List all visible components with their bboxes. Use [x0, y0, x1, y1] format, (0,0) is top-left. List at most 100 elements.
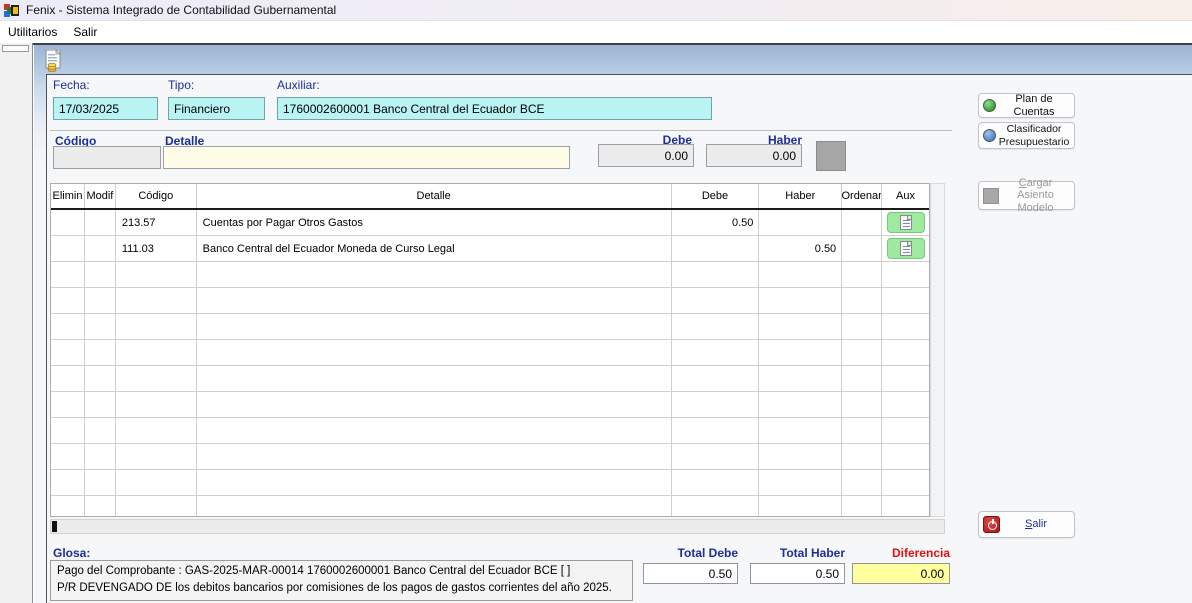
glosa-textarea[interactable]: Pago del Comprobante : GAS-2025-MAR-0001…: [50, 560, 633, 601]
tipo-label: Tipo:: [168, 78, 194, 92]
table-row[interactable]: [51, 392, 929, 418]
table-row[interactable]: [51, 496, 929, 517]
cell-aux: [882, 340, 929, 365]
table-row[interactable]: 213.57Cuentas por Pagar Otros Gastos0.50: [51, 210, 929, 236]
cell-ordenar: [842, 236, 882, 261]
cell-haber: [759, 392, 842, 417]
cell-aux: [882, 288, 929, 313]
cell-ordenar: [842, 392, 882, 417]
codigo-input[interactable]: [53, 146, 161, 169]
auxiliar-input[interactable]: 1760002600001 Banco Central del Ecuador …: [277, 97, 712, 120]
cell-aux: [882, 418, 929, 443]
haber-input[interactable]: 0.00: [706, 144, 802, 167]
cell-debe: [672, 288, 760, 313]
table-row[interactable]: [51, 418, 929, 444]
application-window: Fenix - Sistema Integrado de Contabilida…: [0, 0, 1192, 603]
cargar-asiento-modelo-button: Cargar Asiento Modelo: [978, 181, 1075, 210]
cell-debe: [672, 314, 760, 339]
separator-line: [50, 130, 952, 131]
clasificador-label: Clasificador Presupuestario: [998, 123, 1070, 147]
plan-de-cuentas-button[interactable]: Plan de Cuentas: [978, 93, 1075, 118]
clasificador-presupuestario-button[interactable]: Clasificador Presupuestario: [978, 122, 1075, 149]
table-row[interactable]: [51, 262, 929, 288]
diferencia-label: Diferencia: [852, 546, 950, 560]
cell-detalle: Banco Central del Ecuador Moneda de Curs…: [197, 236, 672, 261]
cell-ordenar: [842, 262, 882, 287]
cell-haber: [759, 262, 842, 287]
header-debe[interactable]: Debe: [672, 184, 760, 208]
cell-aux: [882, 236, 929, 261]
toolbar-grip[interactable]: [2, 45, 29, 52]
cell-elimin: [51, 314, 85, 339]
power-icon: [983, 516, 1000, 533]
table-row[interactable]: [51, 288, 929, 314]
menu-salir[interactable]: Salir: [65, 22, 105, 42]
header-modif[interactable]: Modif: [85, 184, 116, 208]
cell-elimin: [51, 288, 85, 313]
table-row[interactable]: [51, 470, 929, 496]
cell-codigo: [116, 392, 197, 417]
cell-debe: [672, 496, 760, 517]
cell-elimin: [51, 236, 85, 261]
entry-action-button[interactable]: [816, 141, 846, 171]
cell-ordenar: [842, 366, 882, 391]
cell-codigo: [116, 288, 197, 313]
salir-button[interactable]: Salir: [978, 511, 1075, 538]
table-row[interactable]: [51, 340, 929, 366]
cell-modif: [85, 314, 116, 339]
total-debe-value: 0.50: [643, 563, 738, 584]
total-haber-value: 0.50: [750, 563, 845, 584]
cell-aux: [882, 444, 929, 469]
cell-modif: [85, 288, 116, 313]
cell-haber: [759, 444, 842, 469]
table-row[interactable]: [51, 366, 929, 392]
aux-notepad-button[interactable]: [887, 212, 925, 233]
cell-ordenar: [842, 340, 882, 365]
menu-utilitarios[interactable]: Utilitarios: [0, 22, 65, 42]
blue-sphere-icon: [983, 129, 996, 142]
fecha-input[interactable]: 17/03/2025: [53, 97, 158, 120]
cell-ordenar: [842, 314, 882, 339]
cell-aux: [882, 314, 929, 339]
cell-codigo: [116, 444, 197, 469]
header-detalle[interactable]: Detalle: [197, 184, 672, 208]
cell-debe: 0.50: [672, 210, 760, 235]
header-elimin[interactable]: Elimin: [51, 184, 85, 208]
cell-detalle: [197, 444, 672, 469]
table-vertical-scrollbar[interactable]: [930, 183, 945, 517]
cell-codigo: 213.57: [116, 210, 197, 235]
cell-aux: [882, 392, 929, 417]
debe-input[interactable]: 0.00: [598, 144, 694, 167]
header-haber[interactable]: Haber: [759, 184, 842, 208]
scrollbar-thumb[interactable]: [52, 521, 57, 532]
table-horizontal-scrollbar[interactable]: [50, 519, 945, 534]
notepad-icon: [900, 241, 912, 256]
detalle-input[interactable]: [163, 146, 570, 169]
cell-modif: [85, 210, 116, 235]
cell-modif: [85, 366, 116, 391]
cell-codigo: [116, 496, 197, 517]
header-ordenar[interactable]: Ordenar: [842, 184, 882, 208]
cell-ordenar: [842, 210, 882, 235]
cell-debe: [672, 418, 760, 443]
cell-elimin: [51, 470, 85, 495]
total-debe-label: Total Debe: [643, 546, 738, 560]
table-row[interactable]: [51, 314, 929, 340]
table-row[interactable]: [51, 444, 929, 470]
aux-notepad-button[interactable]: [887, 238, 925, 259]
cell-detalle: [197, 418, 672, 443]
cell-modif: [85, 236, 116, 261]
cell-elimin: [51, 340, 85, 365]
green-sphere-icon: [983, 99, 996, 112]
cell-debe: [672, 340, 760, 365]
tipo-input[interactable]: Financiero: [168, 97, 265, 120]
cell-debe: [672, 262, 760, 287]
header-codigo[interactable]: Código: [116, 184, 197, 208]
cell-elimin: [51, 444, 85, 469]
table-row[interactable]: 111.03Banco Central del Ecuador Moneda d…: [51, 236, 929, 262]
glosa-line2: P/R DEVENGADO DE los debitos bancarios p…: [57, 580, 626, 597]
header-aux[interactable]: Aux: [882, 184, 929, 208]
cell-haber: [759, 340, 842, 365]
cell-debe: [672, 236, 760, 261]
cell-codigo: [116, 314, 197, 339]
